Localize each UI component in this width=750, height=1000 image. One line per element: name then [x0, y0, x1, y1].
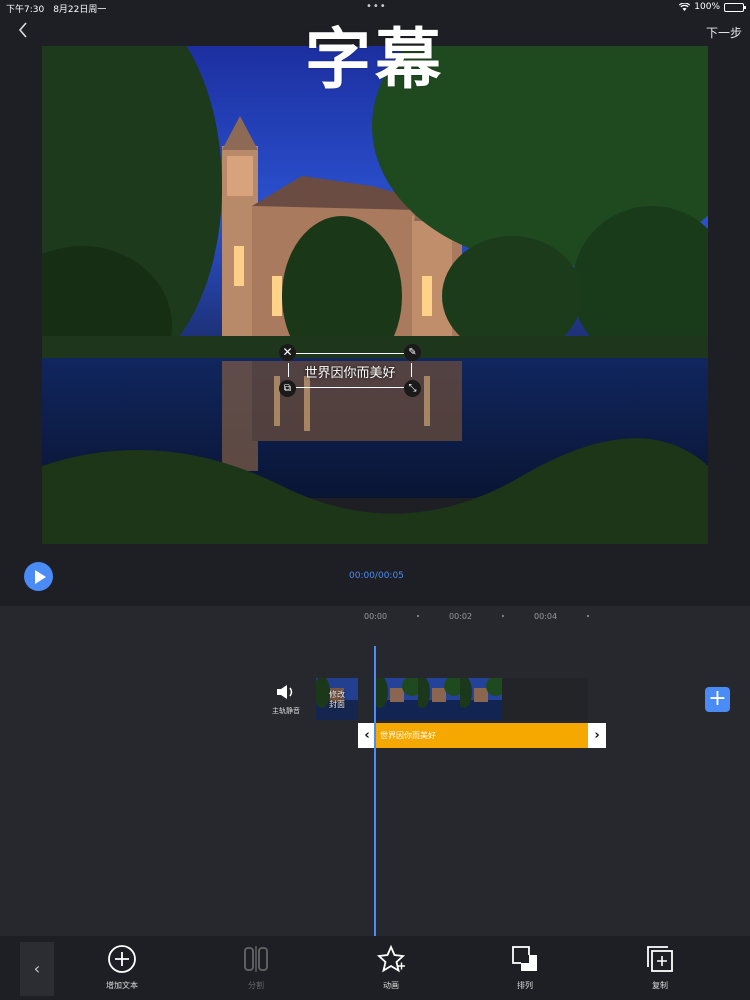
subtitle-text[interactable]: 世界因你而美好 — [288, 362, 412, 381]
split-button[interactable]: 分割 — [226, 944, 286, 991]
close-icon: ✕ — [282, 345, 293, 359]
chevron-left-icon: ‹ — [33, 959, 41, 978]
status-right: 100% — [679, 2, 746, 12]
preview-image — [42, 46, 708, 544]
subtitle-copy-button[interactable]: ⧉ — [279, 380, 296, 397]
multitask-dots-icon[interactable]: ••• — [366, 1, 387, 12]
add-text-button[interactable]: 增加文本 — [92, 944, 152, 991]
chevron-right-icon: › — [594, 728, 600, 743]
subtitle-overlay[interactable]: 世界因你而美好 ✕ ✎ ⧉ ⤡ — [279, 344, 421, 397]
plus-circle-icon — [108, 945, 136, 973]
add-text-label: 增加文本 — [106, 981, 138, 990]
video-track[interactable] — [376, 678, 502, 720]
playhead[interactable] — [374, 646, 376, 936]
ruler-dot — [587, 615, 589, 617]
split-label: 分割 — [248, 981, 264, 990]
time-display: 00:00/00:05 — [349, 571, 404, 581]
split-icon — [244, 946, 268, 972]
wifi-icon — [679, 3, 691, 11]
timeline[interactable]: 00:00 00:02 00:04 主轨静音 修改 封面 + ‹ 世界因你而美好… — [0, 606, 750, 936]
text-clip[interactable]: ‹ 世界因你而美好 › — [358, 723, 606, 748]
duplicate-button[interactable]: 复制 — [630, 944, 690, 991]
animation-button[interactable]: 动画 — [361, 944, 421, 991]
text-clip-label: 世界因你而美好 — [380, 731, 436, 740]
edit-cover-button[interactable]: 修改 封面 — [316, 678, 358, 720]
subtitle-delete-button[interactable]: ✕ — [279, 344, 296, 361]
subtitle-border-bottom — [296, 387, 404, 388]
status-time-date: 下午7:30 8月22日周一 — [6, 5, 107, 15]
animation-label: 动画 — [383, 981, 399, 990]
edit-icon: ✎ — [408, 347, 417, 358]
main-track-mute-button[interactable] — [275, 684, 297, 700]
subtitle-edit-button[interactable]: ✎ — [404, 344, 421, 361]
ruler-tick-label: 00:04 — [534, 612, 558, 621]
video-frame — [418, 678, 460, 720]
empty-track-area — [502, 678, 588, 720]
clip-trim-right-handle[interactable]: › — [588, 723, 606, 748]
cover-label: 修改 封面 — [329, 690, 345, 709]
arrange-button[interactable]: 排列 — [495, 944, 555, 991]
chevron-left-icon: ‹ — [364, 728, 370, 743]
video-preview[interactable] — [42, 46, 708, 544]
arrange-layers-icon — [512, 946, 537, 971]
subtitle-scale-handle[interactable]: ⤡ — [404, 380, 421, 397]
bottom-toolbar: ‹ 增加文本 分割 动画 排列 复制 — [0, 936, 750, 1000]
duplicate-label: 复制 — [652, 981, 668, 990]
subtitle-border-top — [296, 353, 404, 354]
mute-label: 主轨静音 — [272, 707, 300, 715]
play-button[interactable] — [24, 562, 53, 591]
video-frame — [460, 678, 502, 720]
status-bar: 下午7:30 8月22日周一 ••• 100% — [0, 0, 750, 15]
plus-icon: + — [708, 686, 727, 711]
battery-percent: 100% — [694, 2, 720, 12]
ruler-dot — [502, 615, 504, 617]
star-animation-icon — [376, 944, 406, 973]
ruler-tick-label: 00:00 — [364, 612, 388, 621]
copy-icon — [647, 946, 673, 972]
battery-icon — [724, 2, 746, 12]
speaker-icon — [277, 685, 293, 699]
ruler-dot — [417, 615, 419, 617]
arrange-label: 排列 — [517, 981, 533, 990]
copy-icon: ⧉ — [283, 383, 292, 394]
toolbar-back-button[interactable]: ‹ — [20, 942, 54, 996]
resize-icon: ⤡ — [408, 383, 417, 394]
add-clip-button[interactable]: + — [705, 687, 730, 712]
text-clip-body[interactable]: 世界因你而美好 — [376, 723, 588, 748]
ruler-tick-label: 00:02 — [449, 612, 473, 621]
video-frame — [376, 678, 418, 720]
page-title: 字幕 — [305, 21, 445, 98]
